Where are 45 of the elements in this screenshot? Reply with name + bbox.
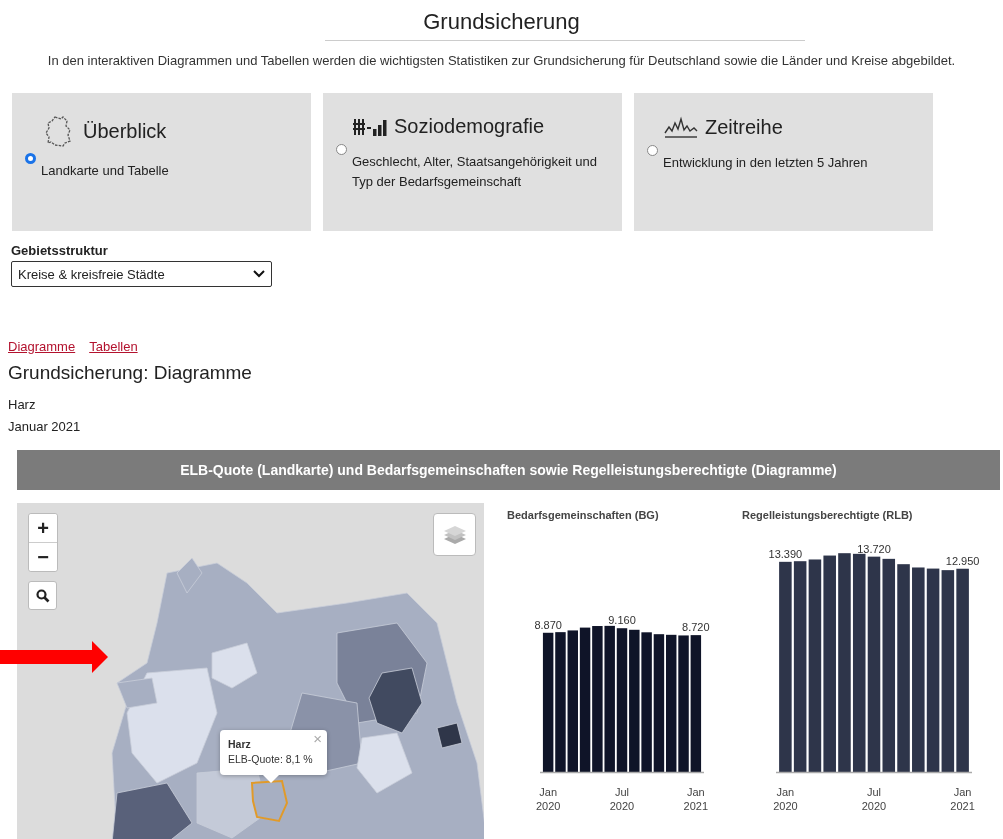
view-title: Zeitreihe [705, 115, 783, 139]
view-description: Landkarte und Tabelle [41, 162, 170, 180]
chevron-icon [253, 270, 265, 278]
popup-text: ELB-Quote: 8,1 % [228, 752, 313, 767]
radio-button[interactable] [25, 153, 36, 164]
panel-banner: ELB-Quote (Landkarte) und Bedarfsgemeinschaften sowie Regelleistungsberechtigte (Diagramme) [17, 450, 1000, 490]
search-button[interactable] [28, 581, 57, 610]
popup-title: Harz [228, 737, 251, 752]
radio-button[interactable] [647, 145, 658, 156]
axis-label: Jan 2021 [950, 786, 975, 812]
radio-button[interactable] [336, 144, 347, 155]
view-title: Soziodemografie [394, 115, 545, 138]
axis-label: Jan 2020 [535, 786, 561, 812]
region-dropdown[interactable]: Kreise & kreisfreie Städte [11, 261, 272, 287]
axis-label: Jul 2020 [609, 786, 635, 812]
axis-label: Jan 2021 [683, 786, 709, 812]
value-label: 13.390 [768, 547, 803, 560]
view-title: Überblick [83, 119, 167, 143]
view-link[interactable]: Diagramme [8, 339, 76, 354]
value-label: 12.950 [945, 554, 980, 567]
field-label: Gebietsstruktur [11, 243, 109, 258]
view-description: Geschlecht, Alter, Staatsangehörigkeit und Typ der Bedarfsgemeinschaft [352, 153, 598, 191]
value-label: 13.720 [857, 542, 891, 555]
line-chart-icon [663, 115, 699, 139]
view-card[interactable]: Soziodemografie Geschlecht, Alter, Staatsangehörigkeit und Typ der Bedarfsgemeinschaft [323, 93, 622, 231]
value-label: 8.720 [682, 621, 710, 634]
view-card[interactable]: Zeitreihe Entwicklung in den letzten 5 Jahren [634, 93, 933, 231]
page-title: Grundsicherung [422, 8, 581, 36]
layers-button[interactable] [433, 513, 476, 556]
section-heading: Grundsicherung: Diagramme [8, 362, 253, 384]
view-link[interactable]: Tabellen [89, 339, 138, 354]
search-icon [35, 588, 50, 603]
chart-title: Regelleistungsberechtigte (RLB) [742, 509, 914, 523]
zoom-out-button[interactable]: − [29, 542, 57, 571]
view-description: Entwicklung in den letzten 5 Jahren [663, 154, 869, 172]
period-text: Januar 2021 [8, 418, 82, 436]
region-name: Harz [8, 396, 37, 414]
axis-label: Jul 2020 [861, 786, 887, 812]
intro-text: In den interaktiven Diagrammen und Tabellen werden die wichtigsten Statistiken zur Grundsicherung für Deutschland sowie die Länder und Kreise abgebildet. [46, 53, 957, 68]
axis-label: Jan 2020 [773, 786, 798, 812]
layers-icon [442, 523, 467, 546]
view-card[interactable]: Überblick Landkarte und Tabelle [12, 93, 311, 231]
value-label: 8.870 [534, 618, 562, 631]
value-label: 9.160 [608, 614, 636, 627]
chart-title: Bedarfsgemeinschaften (BG) [507, 509, 660, 523]
